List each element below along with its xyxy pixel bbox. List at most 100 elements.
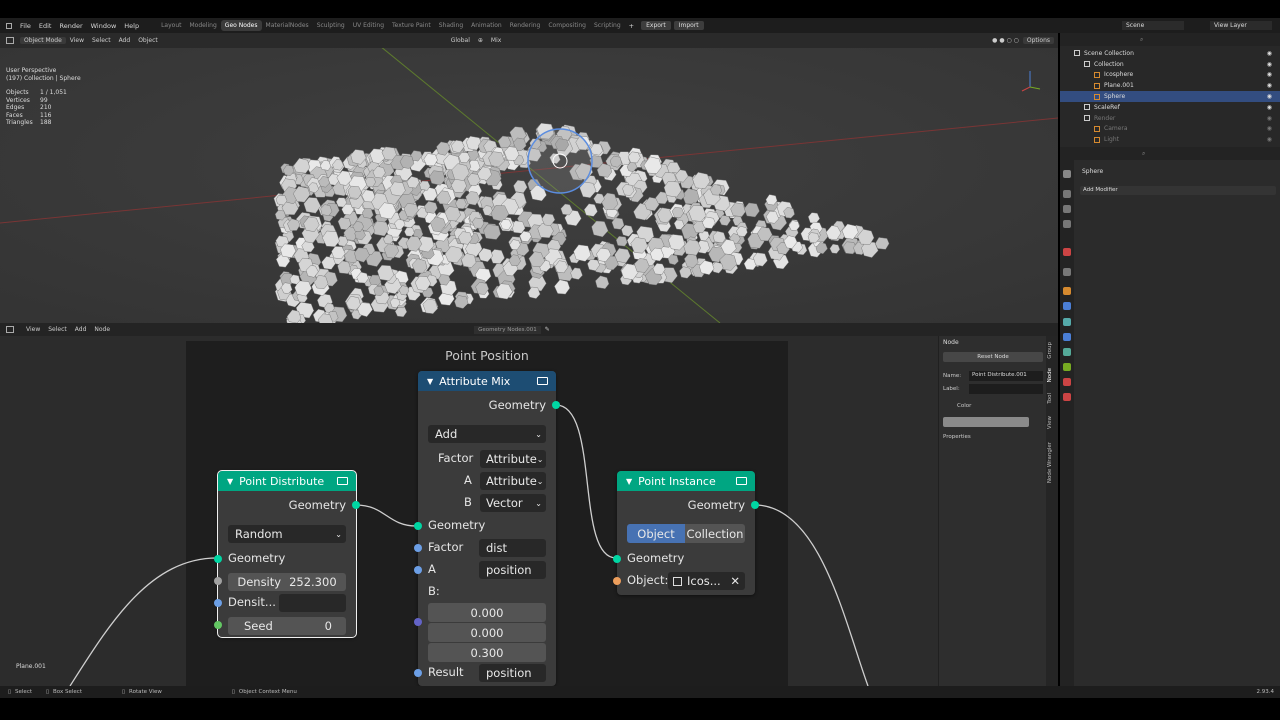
outliner-item[interactable]: Render ◉ <box>1060 113 1280 124</box>
visibility-eye-icon[interactable]: ◉ <box>1267 125 1272 132</box>
menu-select[interactable]: Select <box>88 37 115 44</box>
menu-edit[interactable]: Edit <box>35 22 56 30</box>
render-tab-icon[interactable] <box>1063 190 1071 198</box>
navigation-gizmo-icon[interactable] <box>1018 67 1046 95</box>
preview-icon[interactable] <box>337 477 348 485</box>
material-tab-icon[interactable] <box>1063 378 1071 386</box>
result-attribute-field[interactable]: position <box>479 664 546 682</box>
tab-texture-paint[interactable]: Texture Paint <box>388 20 435 31</box>
menu-file[interactable]: File <box>16 22 35 30</box>
outliner-item[interactable]: Camera ◉ <box>1060 124 1280 135</box>
tab-sculpting[interactable]: Sculpting <box>313 20 349 31</box>
particles-tab-icon[interactable] <box>1063 318 1071 326</box>
blend-mode[interactable]: Mix <box>487 37 505 44</box>
result-socket[interactable] <box>414 669 422 677</box>
outliner-item[interactable]: Collection ◉ <box>1060 59 1280 70</box>
node-color-swatch[interactable] <box>943 417 1029 427</box>
a-type-dropdown[interactable]: Attribute ⌄ <box>480 472 546 490</box>
menu-help[interactable]: Help <box>120 22 143 30</box>
tab-view[interactable]: View <box>1047 416 1057 429</box>
reset-node-button[interactable]: Reset Node <box>943 352 1043 362</box>
transform-orientation[interactable]: Global <box>447 37 474 44</box>
tab-geo-nodes[interactable]: Geo Nodes <box>220 20 262 31</box>
point-instance-node[interactable]: ▼ Point Instance Geometry Object Collect… <box>613 471 759 595</box>
b-vector-socket[interactable] <box>414 618 422 626</box>
b-type-dropdown[interactable]: Vector ⌄ <box>480 494 546 512</box>
options-button[interactable]: Options <box>1022 37 1054 44</box>
tab-shading[interactable]: Shading <box>435 20 467 31</box>
attribute-mix-header[interactable]: ▼ Attribute Mix <box>418 371 556 391</box>
object-mode-toggle[interactable]: Object <box>627 524 685 543</box>
import-button[interactable]: Import <box>673 21 704 30</box>
b-x-field[interactable]: 0.000 <box>428 603 546 622</box>
output-tab-icon[interactable] <box>1063 205 1071 213</box>
tab-node[interactable]: Node <box>1047 368 1057 382</box>
blend-type-dropdown[interactable]: Add ⌄ <box>428 425 546 443</box>
factor-socket[interactable] <box>414 544 422 552</box>
outliner-item[interactable]: Scene Collection ◉ <box>1060 48 1280 59</box>
modifier-tab-icon[interactable] <box>1063 302 1071 310</box>
3d-viewport[interactable]: Object Mode View Select Add Object Globa… <box>0 33 1058 323</box>
outliner-search-icon[interactable]: ⌕ <box>1140 36 1143 44</box>
input-geometry-socket[interactable] <box>613 555 621 563</box>
tab-animation[interactable]: Animation <box>467 20 506 31</box>
outliner-item[interactable]: ScaleRef ◉ <box>1060 102 1280 113</box>
density-socket[interactable] <box>214 577 222 585</box>
visibility-eye-icon[interactable]: ◉ <box>1267 71 1272 78</box>
blender-logo-icon[interactable] <box>6 22 12 29</box>
add-modifier-button[interactable]: Add Modifier <box>1080 186 1276 195</box>
point-distribute-header[interactable]: ▼ Point Distribute <box>218 471 356 491</box>
outliner-item[interactable]: Plane.001 ◉ <box>1060 80 1280 91</box>
export-button[interactable]: Export <box>641 21 671 30</box>
factor-attribute-field[interactable]: dist <box>479 539 546 557</box>
physics-tab-icon[interactable] <box>1063 333 1071 341</box>
add-workspace-icon[interactable]: + <box>625 22 638 30</box>
visibility-eye-icon[interactable]: ◉ <box>1267 136 1272 143</box>
data-tab-icon[interactable] <box>1063 363 1071 371</box>
object-picker-field[interactable]: Icos... ✕ <box>668 572 745 590</box>
preview-icon[interactable] <box>736 477 747 485</box>
world-tab-icon[interactable] <box>1063 268 1071 276</box>
menu-add[interactable]: Add <box>115 37 135 44</box>
menu-view[interactable]: View <box>66 37 88 44</box>
preview-icon[interactable] <box>537 377 548 385</box>
tab-tool[interactable]: Tool <box>1047 393 1057 404</box>
a-attribute-field[interactable]: position <box>479 561 546 579</box>
properties-search-icon[interactable]: ⌕ <box>1142 150 1145 158</box>
density-field[interactable]: Density 252.300 <box>228 573 346 591</box>
collapse-icon[interactable]: ▼ <box>427 377 433 386</box>
visibility-eye-icon[interactable]: ◉ <box>1267 104 1272 111</box>
outliner-item[interactable]: Icosphere ◉ <box>1060 70 1280 81</box>
shading-solid-icon[interactable]: ● ● ○ ○ <box>988 37 1023 44</box>
constraints-tab-icon[interactable] <box>1063 348 1071 356</box>
output-geometry-socket[interactable] <box>352 501 360 509</box>
editor-type-icon[interactable] <box>6 37 14 44</box>
texture-tab-icon[interactable] <box>1063 393 1071 401</box>
visibility-eye-icon[interactable]: ◉ <box>1267 61 1272 68</box>
seed-socket[interactable] <box>214 621 222 629</box>
tab-rendering[interactable]: Rendering <box>506 20 545 31</box>
view-layer-selector[interactable]: View Layer <box>1210 21 1272 30</box>
visibility-eye-icon[interactable]: ◉ <box>1267 93 1272 100</box>
scene-tab-icon[interactable] <box>1063 248 1071 256</box>
b-z-field[interactable]: 0.300 <box>428 643 546 662</box>
scene-selector[interactable]: Scene <box>1122 21 1184 30</box>
tab-material-nodes[interactable]: MaterialNodes <box>262 20 313 31</box>
menu-render[interactable]: Render <box>55 22 86 30</box>
tab-scripting[interactable]: Scripting <box>590 20 625 31</box>
output-geometry-socket[interactable] <box>751 501 759 509</box>
tab-uv-editing[interactable]: UV Editing <box>349 20 388 31</box>
tool-tab-icon[interactable] <box>1063 170 1071 178</box>
mode-selector[interactable]: Object Mode <box>20 37 66 44</box>
factor-type-dropdown[interactable]: Attribute ⌄ <box>480 450 546 468</box>
attribute-mix-node[interactable]: ▼ Attribute Mix Geometry Add ⌄ Factor Att… <box>414 371 560 686</box>
menu-object[interactable]: Object <box>134 37 162 44</box>
properties-panel-label[interactable]: Properties <box>943 434 971 440</box>
snap-icon[interactable]: ⊕ <box>474 37 487 44</box>
tab-modeling[interactable]: Modeling <box>186 20 221 31</box>
object-socket[interactable] <box>613 577 621 585</box>
tab-group[interactable]: Group <box>1047 342 1057 359</box>
visibility-eye-icon[interactable]: ◉ <box>1267 50 1272 57</box>
node-label-field[interactable] <box>969 384 1043 394</box>
point-instance-header[interactable]: ▼ Point Instance <box>617 471 755 491</box>
